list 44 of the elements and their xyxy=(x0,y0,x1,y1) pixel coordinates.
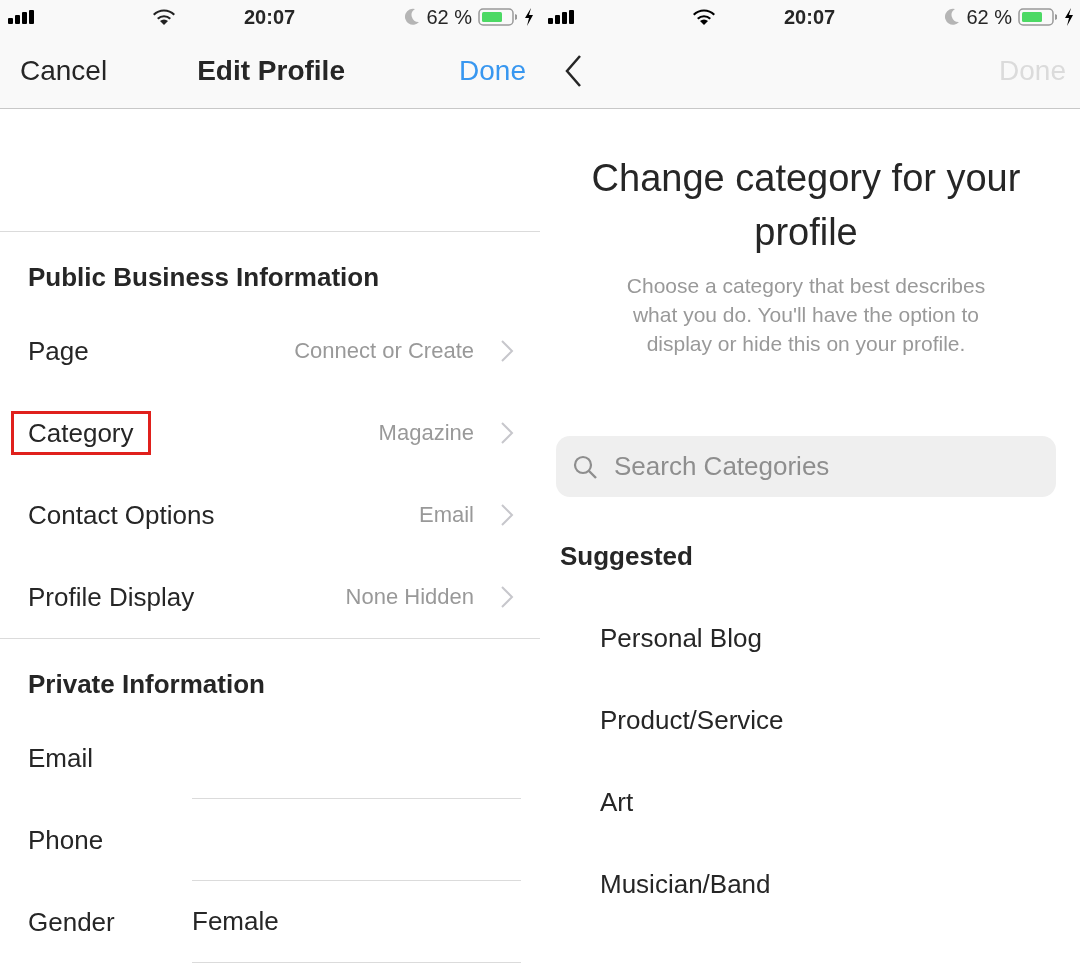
page-heading: Change category for your profile xyxy=(590,156,1022,255)
chevron-icon xyxy=(500,339,514,363)
clock-time: 20:07 xyxy=(244,5,296,29)
category-item[interactable]: Product/Service xyxy=(600,703,1056,737)
category-item[interactable]: Musician/Band xyxy=(600,867,1056,901)
charging-icon xyxy=(1064,8,1074,26)
chevron-icon xyxy=(500,503,514,527)
row-label: Phone xyxy=(28,824,104,857)
search-icon xyxy=(572,454,598,480)
chevron-icon xyxy=(500,421,514,445)
row-value: Magazine xyxy=(378,420,474,446)
battery-percent: 62 % xyxy=(426,5,472,29)
signal-icon xyxy=(548,10,574,24)
search-field[interactable]: Search Categories xyxy=(556,436,1056,497)
description-text: Choose a category that best describes what you do. You'll have the option to display or hide this on your profile. xyxy=(625,273,987,357)
moon-icon xyxy=(404,8,421,26)
battery-percent: 62 % xyxy=(966,5,1012,29)
row-label[interactable]: Contact Options xyxy=(28,497,215,533)
battery-icon xyxy=(1018,7,1058,27)
category-item[interactable]: Art xyxy=(600,785,1056,819)
row-label[interactable]: Category xyxy=(14,414,148,452)
row-value: Connect or Create xyxy=(294,338,474,364)
section-header: Public Business Information xyxy=(27,261,381,294)
chevron-icon xyxy=(500,585,514,609)
screen-title: Edit Profile xyxy=(197,55,345,87)
category-item[interactable]: Personal Blog xyxy=(600,621,1056,655)
input-field[interactable]: Female xyxy=(192,881,521,963)
back-icon xyxy=(564,54,584,88)
wifi-icon xyxy=(692,8,716,26)
charging-icon xyxy=(524,8,534,26)
signal-icon xyxy=(8,10,34,24)
section-header: Suggested xyxy=(560,540,694,573)
row-label[interactable]: Page xyxy=(28,333,89,369)
row-label[interactable]: Profile Display xyxy=(28,579,195,615)
row-value: Email xyxy=(419,502,474,528)
row-value: None Hidden xyxy=(345,584,474,610)
row-label: Email xyxy=(28,742,93,775)
moon-icon xyxy=(944,8,961,26)
cancel-button[interactable]: Cancel xyxy=(20,55,108,87)
section-header: Private Information xyxy=(27,668,266,701)
battery-icon xyxy=(478,7,518,27)
row-label: Gender xyxy=(28,906,115,939)
clock-time: 20:07 xyxy=(784,5,836,29)
wifi-icon xyxy=(152,8,176,26)
